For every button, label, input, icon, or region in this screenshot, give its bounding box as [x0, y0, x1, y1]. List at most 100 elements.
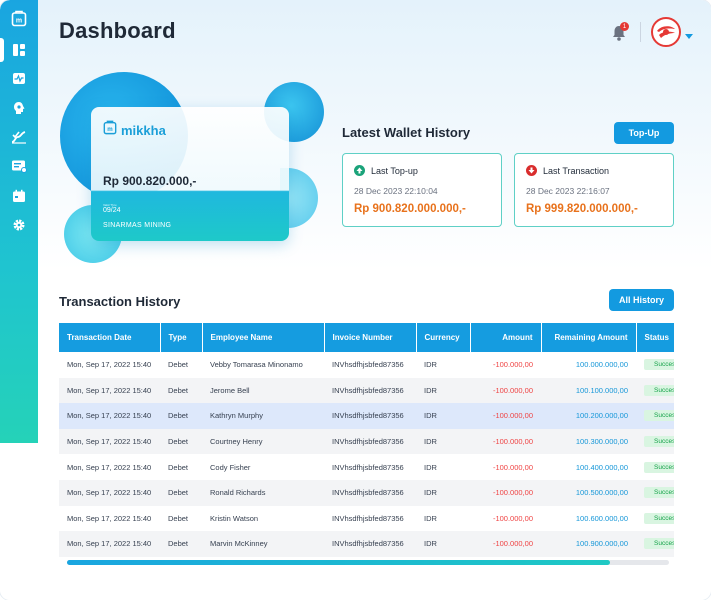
remaining-amount-cell: 100.400.000,00 [541, 454, 636, 480]
transaction-table: Transaction Date Type Employee Name Invo… [59, 323, 674, 557]
employee-name-cell: Courtney Henry [202, 428, 324, 455]
top-up-button[interactable]: Top-Up [614, 122, 674, 144]
amount-cell: -100.000,00 [470, 454, 541, 480]
currency-cell: IDR [416, 505, 470, 532]
card-icon[interactable] [10, 157, 28, 175]
column-header[interactable]: Remaining Amount [541, 323, 637, 352]
status-badge: Success [644, 538, 674, 550]
table-row[interactable]: Mon, Sep 17, 2022 15:40 Debet Marvin McKin… [59, 531, 674, 557]
currency-cell: IDR [416, 352, 470, 378]
employee-name-cell: Marvin McKinney [202, 531, 324, 557]
last-transaction-amount: Rp 999.820.000.000,- [526, 203, 638, 215]
amount-cell: -100.000,00 [470, 377, 541, 404]
last-topup-label: Last Top-up [371, 165, 418, 176]
calendar-icon[interactable] [10, 187, 28, 205]
status-cell: Success [636, 531, 674, 557]
card-valid-thru: 09/24 [103, 207, 121, 214]
header-divider [640, 22, 641, 42]
invoice-number-cell: INVhsdfhjsbfed87356 [324, 505, 416, 532]
remaining-amount-cell: 100.500.000,00 [541, 479, 636, 506]
type-cell: Debet [160, 454, 202, 480]
card-balance: Rp 900.820.000,- [103, 174, 197, 188]
column-header[interactable]: Currency [416, 323, 471, 352]
employee-name-cell: Kathryn Murphy [202, 403, 324, 429]
column-header[interactable]: Type [160, 323, 203, 352]
page-title: Dashboard [59, 18, 176, 43]
gear-icon[interactable] [10, 216, 28, 234]
table-row[interactable]: Mon, Sep 17, 2022 15:40 Debet Cody Fisher I… [59, 454, 674, 480]
column-header[interactable]: Employee Name [202, 323, 325, 352]
all-history-button[interactable]: All History [609, 289, 674, 311]
status-cell: Success [636, 454, 674, 480]
invoice-number-cell: INVhsdfhjsbfed87356 [324, 352, 416, 378]
grid-icon[interactable] [10, 41, 28, 59]
head-gear-icon[interactable] [10, 99, 28, 117]
status-cell: Success [636, 479, 674, 506]
last-transaction-box: Last Transaction 28 Dec 2023 22:16:07 Rp… [514, 153, 674, 227]
check-chart-icon[interactable] [10, 128, 28, 146]
last-topup-amount: Rp 900.820.000.000,- [354, 203, 466, 215]
horizontal-scrollbar-thumb[interactable] [67, 560, 610, 565]
transaction-history-title: Transaction History [59, 294, 181, 309]
employee-name-cell: Cody Fisher [202, 454, 324, 480]
table-row[interactable]: Mon, Sep 17, 2022 15:40 Debet Kristin Wats… [59, 505, 674, 532]
invoice-number-cell: INVhsdfhjsbfed87356 [324, 403, 416, 429]
table-header-row: Transaction Date Type Employee Name Invo… [59, 323, 674, 352]
transaction-date-cell: Mon, Sep 17, 2022 15:40 [59, 454, 160, 480]
table-row[interactable]: Mon, Sep 17, 2022 15:40 Debet Kathryn Murp… [59, 403, 674, 429]
avatar[interactable] [651, 17, 681, 47]
table-row[interactable]: Mon, Sep 17, 2022 15:40 Debet Courtney Hen… [59, 428, 674, 455]
last-transaction-time: 28 Dec 2023 22:16:07 [526, 186, 610, 196]
currency-cell: IDR [416, 377, 470, 404]
remaining-amount-cell: 100.900.000,00 [541, 531, 636, 557]
app-logo-icon[interactable]: m [10, 9, 28, 27]
column-header[interactable]: Status [636, 323, 674, 352]
column-header[interactable]: Invoice Number [324, 323, 417, 352]
type-cell: Debet [160, 377, 202, 404]
last-transaction-label: Last Transaction [543, 165, 610, 176]
status-cell: Success [636, 377, 674, 404]
amount-cell: -100.000,00 [470, 403, 541, 429]
status-badge: Success [644, 384, 674, 396]
table-row[interactable]: Mon, Sep 17, 2022 15:40 Debet Jerome Bell I… [59, 377, 674, 404]
arrow-down-icon [526, 165, 537, 176]
transaction-date-cell: Mon, Sep 17, 2022 15:40 [59, 479, 160, 506]
column-header[interactable]: Amount [470, 323, 542, 352]
amount-cell: -100.000,00 [470, 479, 541, 506]
invoice-number-cell: INVhsdfhjsbfed87356 [324, 377, 416, 404]
pulse-icon[interactable] [10, 69, 28, 87]
transaction-table-container[interactable]: Transaction Date Type Employee Name Invo… [59, 323, 674, 557]
status-cell: Success [636, 352, 674, 378]
invoice-number-cell: INVhsdfhjsbfed87356 [324, 531, 416, 557]
table-row[interactable]: Mon, Sep 17, 2022 15:40 Debet Ronald Richa… [59, 479, 674, 506]
status-badge: Success [644, 487, 674, 499]
amount-cell: -100.000,00 [470, 531, 541, 557]
card-logo: m mikkha [103, 120, 166, 140]
employee-name-cell: Kristin Watson [202, 505, 324, 532]
transaction-date-cell: Mon, Sep 17, 2022 15:40 [59, 531, 160, 557]
remaining-amount-cell: 100.100.000,00 [541, 377, 636, 404]
card-holder: SINARMAS MINING [103, 222, 172, 229]
column-header[interactable]: Transaction Date [59, 323, 161, 352]
employee-name-cell: Vebby Tomarasa Minonamo [202, 352, 324, 378]
amount-cell: -100.000,00 [470, 352, 541, 378]
status-cell: Success [636, 505, 674, 532]
last-topup-box: Last Top-up 28 Dec 2023 22:10:04 Rp 900.… [342, 153, 502, 227]
table-body: Mon, Sep 17, 2022 15:40 Debet Vebby Tomara… [59, 352, 674, 557]
remaining-amount-cell: 100.600.000,00 [541, 505, 636, 532]
status-badge: Success [644, 512, 674, 524]
invoice-number-cell: INVhsdfhjsbfed87356 [324, 428, 416, 455]
chevron-down-icon[interactable] [684, 28, 694, 39]
app-logo-icon: m [103, 120, 117, 140]
remaining-amount-cell: 100.000.000,00 [541, 352, 636, 378]
invoice-number-cell: INVhsdfhjsbfed87356 [324, 479, 416, 506]
transaction-date-cell: Mon, Sep 17, 2022 15:40 [59, 505, 160, 532]
currency-cell: IDR [416, 454, 470, 480]
type-cell: Debet [160, 352, 202, 378]
amount-cell: -100.000,00 [470, 428, 541, 455]
employee-name-cell: Jerome Bell [202, 377, 324, 404]
card-brand: mikkha [121, 122, 166, 138]
employee-name-cell: Ronald Richards [202, 479, 324, 506]
type-cell: Debet [160, 531, 202, 557]
table-row[interactable]: Mon, Sep 17, 2022 15:40 Debet Vebby Tomara… [59, 352, 674, 378]
